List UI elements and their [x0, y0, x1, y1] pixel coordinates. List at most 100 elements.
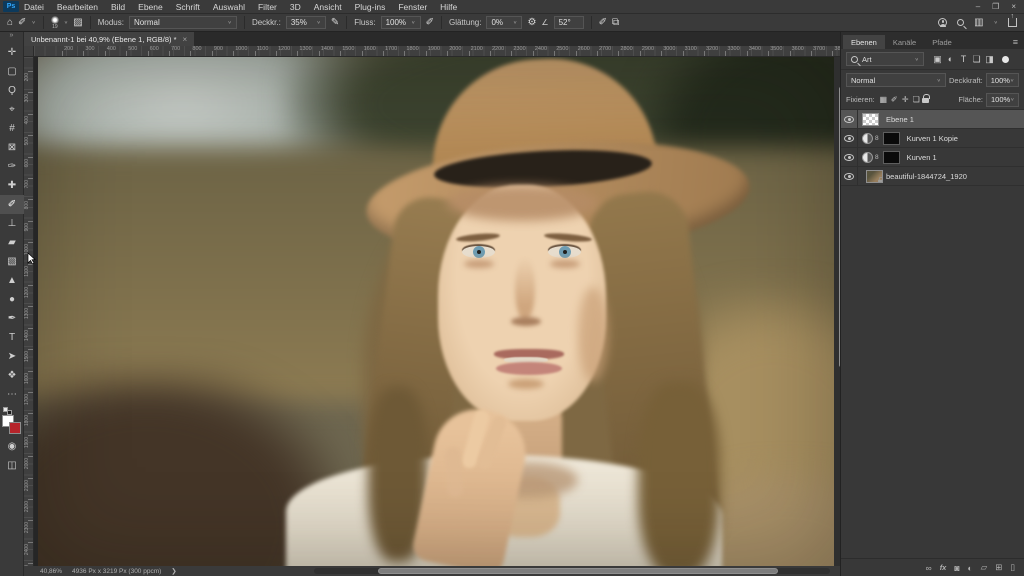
visibility-cell[interactable] [841, 129, 858, 147]
gradient-tool[interactable]: ▧ [0, 252, 24, 271]
menu-auswahl[interactable]: Auswahl [213, 2, 245, 12]
menu-ebene[interactable]: Ebene [138, 2, 163, 12]
layer-mask-thumbnail[interactable] [883, 151, 900, 164]
menu-3d[interactable]: 3D [290, 2, 301, 12]
layer-opacity-select[interactable]: 100% ∨ [986, 73, 1019, 87]
frame-tool[interactable]: ⊠ [0, 138, 24, 157]
screen-mode-button[interactable]: ◫ [0, 456, 24, 475]
home-icon[interactable]: ⌂ [7, 18, 13, 28]
move-tool[interactable]: ✛ [0, 43, 24, 62]
visibility-cell[interactable] [841, 110, 858, 128]
menu-bearbeiten[interactable]: Bearbeiten [57, 2, 98, 12]
lock-transparency-icon[interactable]: ▦ [878, 95, 889, 104]
minimize-button[interactable]: – [976, 2, 980, 11]
canvas-horizontal-scrollbar[interactable] [314, 568, 830, 574]
healing-brush-tool[interactable]: ✚ [0, 176, 24, 195]
layer-thumbnail[interactable] [866, 170, 883, 183]
close-tab-icon[interactable]: × [183, 35, 188, 44]
blend-mode-select[interactable]: Normal ∨ [129, 16, 237, 29]
menu-fenster[interactable]: Fenster [398, 2, 427, 12]
filter-shape-layers-icon[interactable]: ❏ [970, 54, 983, 65]
layer-mask-thumbnail[interactable] [883, 132, 900, 145]
lock-position-icon[interactable]: ✛ [900, 95, 911, 104]
gear-icon[interactable]: ⚙ [527, 18, 536, 28]
object-selection-tool[interactable]: ⌖ [0, 100, 24, 119]
menu-hilfe[interactable]: Hilfe [440, 2, 457, 12]
opacity-select[interactable]: 35% ∨ [286, 16, 326, 29]
visibility-cell[interactable] [841, 167, 858, 185]
account-icon[interactable] [938, 18, 947, 27]
marquee-tool[interactable]: ▢ [0, 62, 24, 81]
horizontal-scrollbar-thumb[interactable] [378, 568, 778, 574]
tab-kanle[interactable]: Kanäle [885, 35, 924, 49]
visibility-cell[interactable] [841, 148, 858, 166]
menu-bild[interactable]: Bild [111, 2, 125, 12]
path-selection-tool[interactable]: ➤ [0, 347, 24, 366]
new-adjustment-layer-icon[interactable]: ◐ [968, 563, 973, 573]
crop-tool[interactable]: # [0, 119, 24, 138]
background-color-swatch[interactable] [9, 422, 21, 434]
layer-blend-mode-select[interactable]: Normal ∨ [846, 73, 946, 87]
close-button[interactable]: × [1011, 2, 1016, 11]
paint-symmetry-icon[interactable]: ⧉ [612, 18, 619, 28]
lock-all-icon[interactable] [922, 98, 929, 103]
brush-angle-field[interactable]: 52° [554, 16, 584, 29]
layer-row[interactable]: Ebene 1 [841, 110, 1024, 129]
document-tab[interactable]: Unbenannt-1 bei 40,9% (Ebene 1, RGB/8) *… [24, 32, 194, 46]
brush-tool[interactable]: ✐ [0, 195, 24, 214]
new-layer-icon[interactable]: ⊞ [995, 562, 1002, 573]
photo-document[interactable] [38, 57, 834, 566]
canvas-viewport[interactable] [34, 57, 840, 566]
search-icon[interactable] [957, 19, 964, 26]
quick-mask-button[interactable]: ◉ [0, 437, 24, 456]
workspace-switcher-icon[interactable]: ▥ [974, 18, 983, 28]
airbrush-icon[interactable]: ✐ [426, 18, 434, 28]
filter-type-select[interactable]: Art ∨ [846, 52, 924, 66]
toolbar-collapse-icon[interactable]: » [0, 32, 23, 43]
pressure-size-icon[interactable]: ✐ [599, 18, 607, 28]
layer-row[interactable]: 8Kurven 1 [841, 148, 1024, 167]
type-tool[interactable]: T [0, 328, 24, 347]
tab-ebenen[interactable]: Ebenen [843, 35, 885, 49]
menu-ansicht[interactable]: Ansicht [314, 2, 342, 12]
eraser-tool[interactable]: ▰ [0, 233, 24, 252]
pen-tool[interactable]: ✒ [0, 309, 24, 328]
brush-preset-picker[interactable]: 19 [51, 16, 59, 29]
vertical-ruler[interactable]: 2003004005006007008009001000110012001300… [24, 57, 34, 566]
menu-datei[interactable]: Datei [24, 2, 44, 12]
lock-artboard-icon[interactable]: ❏ [911, 95, 922, 104]
new-group-icon[interactable]: ▱ [981, 562, 988, 573]
share-image-icon[interactable] [1008, 18, 1017, 27]
curves-adjustment-icon[interactable] [862, 133, 873, 144]
link-layers-icon[interactable]: ∞ [926, 563, 932, 573]
zoom-level-field[interactable]: 40,86% [40, 568, 62, 575]
lasso-tool[interactable]: Ϙ [0, 81, 24, 100]
pressure-opacity-icon[interactable]: ✎ [331, 18, 339, 28]
menu-plug-ins[interactable]: Plug-ins [355, 2, 386, 12]
clone-stamp-tool[interactable]: ⊥ [0, 214, 24, 233]
layer-row[interactable]: 8Kurven 1 Kopie [841, 129, 1024, 148]
flow-select[interactable]: 100% ∨ [381, 16, 421, 29]
tool-preset-icon[interactable]: ✐ [18, 18, 26, 28]
eyedropper-tool[interactable]: ✑ [0, 157, 24, 176]
filter-toggle-icon[interactable] [1002, 56, 1009, 63]
brush-settings-panel-icon[interactable]: ▨ [73, 18, 82, 28]
layer-fill-select[interactable]: 100% ∨ [986, 93, 1019, 107]
curves-adjustment-icon[interactable] [862, 152, 873, 163]
restore-button[interactable]: ❐ [992, 2, 999, 11]
tab-pfade[interactable]: Pfade [924, 35, 960, 49]
status-chevron-icon[interactable]: ❯ [171, 567, 176, 575]
filter-type-layers-icon[interactable]: T [957, 54, 970, 65]
edit-toolbar[interactable]: ⋯ [0, 385, 24, 404]
filter-smart-objects-icon[interactable]: ◨ [983, 54, 996, 65]
smoothing-select[interactable]: 0% ∨ [486, 16, 522, 29]
horizontal-ruler[interactable]: 2003004005006007008009001000110012001300… [34, 46, 840, 57]
ruler-origin-corner[interactable] [24, 46, 34, 57]
delete-layer-icon[interactable]: ▯ [1010, 562, 1015, 573]
layer-row[interactable]: beautiful-1844724_1920 [841, 167, 1024, 186]
dodge-tool[interactable]: ▲ [0, 271, 24, 290]
layer-style-icon[interactable]: fx [940, 563, 947, 572]
panel-menu-icon[interactable]: ≡ [1007, 37, 1024, 49]
add-layer-mask-icon[interactable]: ◙ [954, 563, 959, 573]
menu-filter[interactable]: Filter [258, 2, 277, 12]
